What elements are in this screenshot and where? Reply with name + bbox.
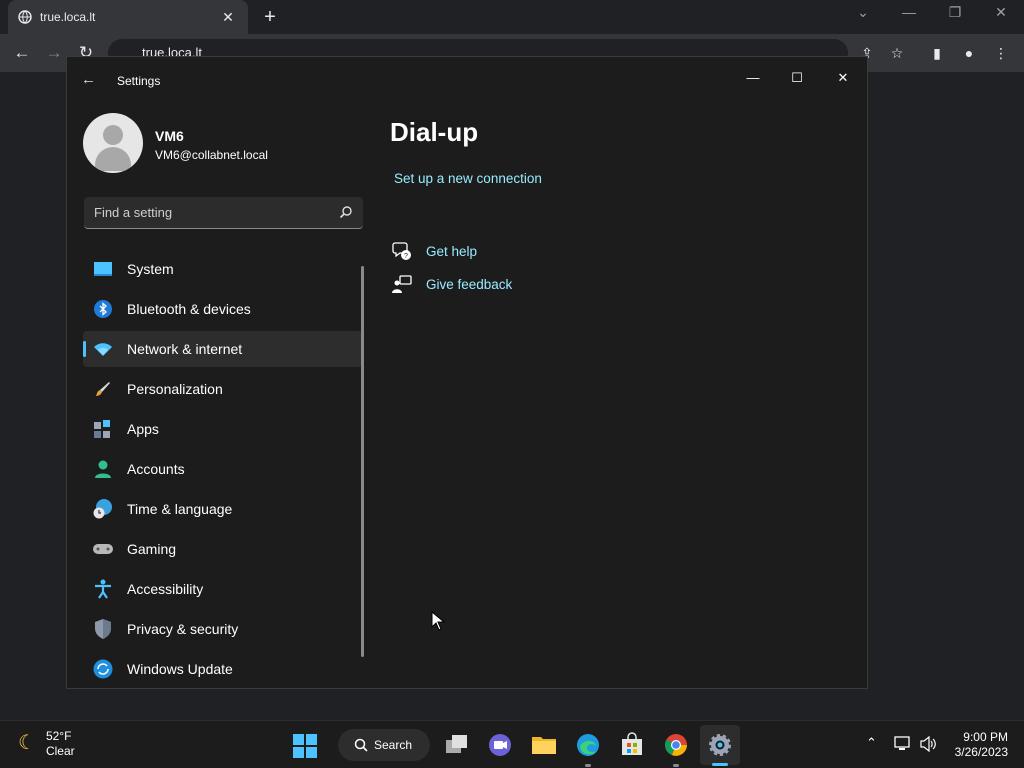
user-name: VM6 — [155, 128, 184, 144]
chevron-up-icon[interactable]: ⌃ — [866, 735, 877, 751]
microsoft-store-icon[interactable] — [619, 732, 645, 758]
new-tab-icon[interactable]: + — [260, 6, 280, 28]
brush-icon — [93, 379, 113, 399]
volume-icon[interactable] — [920, 736, 938, 752]
taskbar: ☾ 52°F Clear Search ⌃ 9:00 PM 3/26/2023 — [0, 720, 1024, 768]
nav-item-system[interactable]: System — [83, 251, 363, 287]
accessibility-icon — [93, 579, 113, 599]
nav-item-accounts[interactable]: Accounts — [83, 451, 363, 487]
settings-gear-icon[interactable] — [707, 732, 733, 758]
settings-titlebar: ← Settings — ☐ ✕ — [67, 57, 867, 105]
minimize-icon[interactable]: — — [731, 63, 775, 93]
nav-item-network[interactable]: Network & internet — [83, 331, 363, 367]
profile-icon[interactable]: ● — [958, 42, 980, 64]
moon-icon: ☾ — [18, 732, 36, 754]
globe-clock-icon — [93, 499, 113, 519]
account-icon — [93, 459, 113, 479]
nav-item-bluetooth[interactable]: Bluetooth & devices — [83, 291, 363, 327]
get-help-link[interactable]: ? Get help — [392, 239, 477, 263]
search-label: Search — [374, 738, 413, 752]
nav-item-accessibility[interactable]: Accessibility — [83, 571, 363, 607]
search-icon — [354, 738, 368, 752]
clock-date: 3/26/2023 — [954, 745, 1008, 759]
help-icon: ? — [392, 242, 411, 260]
browser-tab-strip: true.loca.lt ✕ + ⌄ — ❐ ✕ — [0, 0, 1024, 34]
browser-tab[interactable]: true.loca.lt ✕ — [8, 0, 248, 34]
page-title: Dial-up — [390, 117, 479, 147]
give-feedback-link[interactable]: Give feedback — [392, 272, 512, 296]
active-app-indicator — [712, 763, 728, 766]
close-icon[interactable]: ✕ — [821, 63, 865, 93]
mouse-cursor-icon — [431, 611, 445, 631]
weather-widget[interactable]: ☾ 52°F Clear — [18, 729, 75, 759]
nav-scrollbar[interactable] — [361, 266, 364, 657]
taskbar-search-button[interactable]: Search — [338, 729, 430, 761]
feedback-icon — [392, 275, 412, 293]
shield-icon — [93, 619, 113, 639]
settings-nav: System Bluetooth & devices Network & int… — [83, 251, 363, 691]
back-arrow-icon[interactable]: ← — [81, 71, 96, 88]
user-email: VM6@collabnet.local — [155, 148, 268, 162]
file-explorer-icon[interactable] — [531, 732, 557, 758]
svg-text:?: ? — [404, 253, 408, 260]
edge-browser-icon[interactable] — [575, 732, 601, 758]
maximize-icon[interactable]: ☐ — [775, 63, 819, 93]
side-panel-icon[interactable]: ▮ — [926, 42, 948, 64]
bluetooth-icon — [93, 299, 113, 319]
restore-icon[interactable]: ❐ — [940, 4, 970, 21]
task-view-icon[interactable] — [444, 732, 470, 758]
running-indicator — [673, 764, 679, 767]
nav-item-windows-update[interactable]: Windows Update — [83, 651, 363, 687]
tab-search-icon[interactable]: ⌄ — [848, 4, 878, 21]
wifi-icon — [93, 339, 113, 359]
menu-icon[interactable]: ⋮ — [990, 42, 1012, 64]
weather-temp: 52°F — [45, 729, 72, 743]
nav-item-apps[interactable]: Apps — [83, 411, 363, 447]
gamepad-icon — [93, 539, 113, 559]
close-icon[interactable]: ✕ — [986, 4, 1016, 21]
windows-start-icon[interactable] — [292, 733, 318, 759]
back-arrow-icon[interactable]: ← — [10, 42, 34, 64]
system-clock[interactable]: 9:00 PM 3/26/2023 — [946, 730, 1008, 760]
nav-item-time-language[interactable]: Time & language — [83, 491, 363, 527]
update-icon — [93, 659, 113, 679]
minimize-icon[interactable]: — — [894, 4, 924, 20]
search-icon[interactable] — [339, 205, 353, 219]
globe-icon — [18, 10, 32, 24]
setup-connection-link[interactable]: Set up a new connection — [394, 171, 542, 186]
tab-close-icon[interactable]: ✕ — [218, 9, 238, 26]
nav-item-personalization[interactable]: Personalization — [83, 371, 363, 407]
nav-item-gaming[interactable]: Gaming — [83, 531, 363, 567]
teams-chat-icon[interactable] — [487, 732, 513, 758]
user-profile[interactable]: VM6 VM6@collabnet.local — [83, 113, 363, 177]
apps-icon — [93, 419, 113, 439]
star-icon[interactable]: ☆ — [886, 42, 908, 64]
system-icon — [93, 259, 113, 279]
window-title: Settings — [117, 74, 161, 88]
search-input[interactable] — [84, 197, 324, 227]
tab-title: true.loca.lt — [40, 10, 96, 24]
network-icon[interactable] — [894, 736, 912, 752]
avatar — [83, 113, 143, 173]
clock-time: 9:00 PM — [963, 730, 1008, 744]
chrome-browser-icon[interactable] — [663, 732, 689, 758]
settings-search — [84, 197, 363, 229]
running-indicator — [585, 764, 591, 767]
settings-window: ← Settings — ☐ ✕ VM6 VM6@collabnet.local… — [66, 56, 868, 689]
weather-desc: Clear — [45, 744, 75, 758]
forward-arrow-icon[interactable]: → — [42, 42, 66, 64]
nav-item-privacy[interactable]: Privacy & security — [83, 611, 363, 647]
